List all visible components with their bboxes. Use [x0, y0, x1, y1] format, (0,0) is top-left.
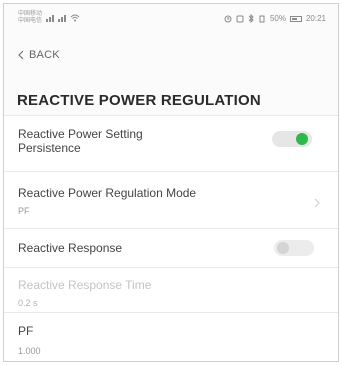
- chevron-right-icon: [314, 198, 320, 208]
- phone-screen: 中国移动 中国电信 50% 20:21 BACK REACTIVE POWER …: [3, 3, 339, 362]
- alarm-icon: [224, 15, 232, 22]
- setting-value-regulation-mode: PF: [18, 206, 30, 216]
- settings-list: Reactive Power Setting Persistence React…: [4, 115, 338, 361]
- toggle-knob: [277, 242, 289, 254]
- page-title: REACTIVE POWER REGULATION: [17, 92, 261, 109]
- status-bar-right: 50% 20:21: [224, 14, 326, 23]
- status-bar: 中国移动 中国电信 50% 20:21: [4, 4, 338, 34]
- setting-row-pf[interactable]: PF 1.000: [4, 313, 338, 361]
- battery-icon: [289, 15, 302, 22]
- carrier-top: 中国移动: [18, 11, 43, 17]
- carrier-bottom: 中国电信: [18, 18, 43, 24]
- nfc-icon: [236, 15, 244, 22]
- signal-bars-icon: [58, 14, 67, 22]
- reactive-response-toggle[interactable]: [274, 240, 314, 256]
- toggle-knob: [296, 133, 308, 145]
- vibrate-icon: [259, 15, 265, 22]
- setting-value-pf: 1.000: [18, 346, 41, 356]
- setting-row-reactive-response[interactable]: Reactive Response: [4, 229, 338, 267]
- wifi-icon: [70, 14, 80, 22]
- back-label: BACK: [29, 49, 60, 61]
- setting-label-persistence: Reactive Power Setting Persistence: [18, 127, 143, 155]
- setting-label-pf: PF: [18, 324, 34, 338]
- setting-row-persistence[interactable]: Reactive Power Setting Persistence: [4, 115, 338, 171]
- chevron-left-icon: [18, 50, 24, 60]
- clock-time: 20:21: [305, 14, 326, 23]
- persistence-toggle[interactable]: [272, 131, 312, 147]
- back-button[interactable]: BACK: [17, 49, 60, 61]
- bluetooth-icon: [248, 14, 254, 23]
- carrier-label: 中国移动 中国电信: [18, 11, 42, 25]
- status-bar-left: 中国移动 中国电信: [18, 11, 80, 25]
- setting-label-response-time: Reactive Response Time: [18, 278, 152, 292]
- battery-percent: 50%: [269, 14, 286, 23]
- setting-value-response-time: 0.2 s: [18, 298, 38, 308]
- signal-bars-icon: [46, 14, 55, 22]
- setting-row-regulation-mode[interactable]: Reactive Power Regulation Mode PF: [4, 172, 338, 228]
- setting-label-regulation-mode: Reactive Power Regulation Mode: [18, 186, 197, 200]
- setting-label-reactive-response: Reactive Response: [18, 241, 123, 255]
- setting-row-response-time: Reactive Response Time 0.2 s: [4, 268, 338, 312]
